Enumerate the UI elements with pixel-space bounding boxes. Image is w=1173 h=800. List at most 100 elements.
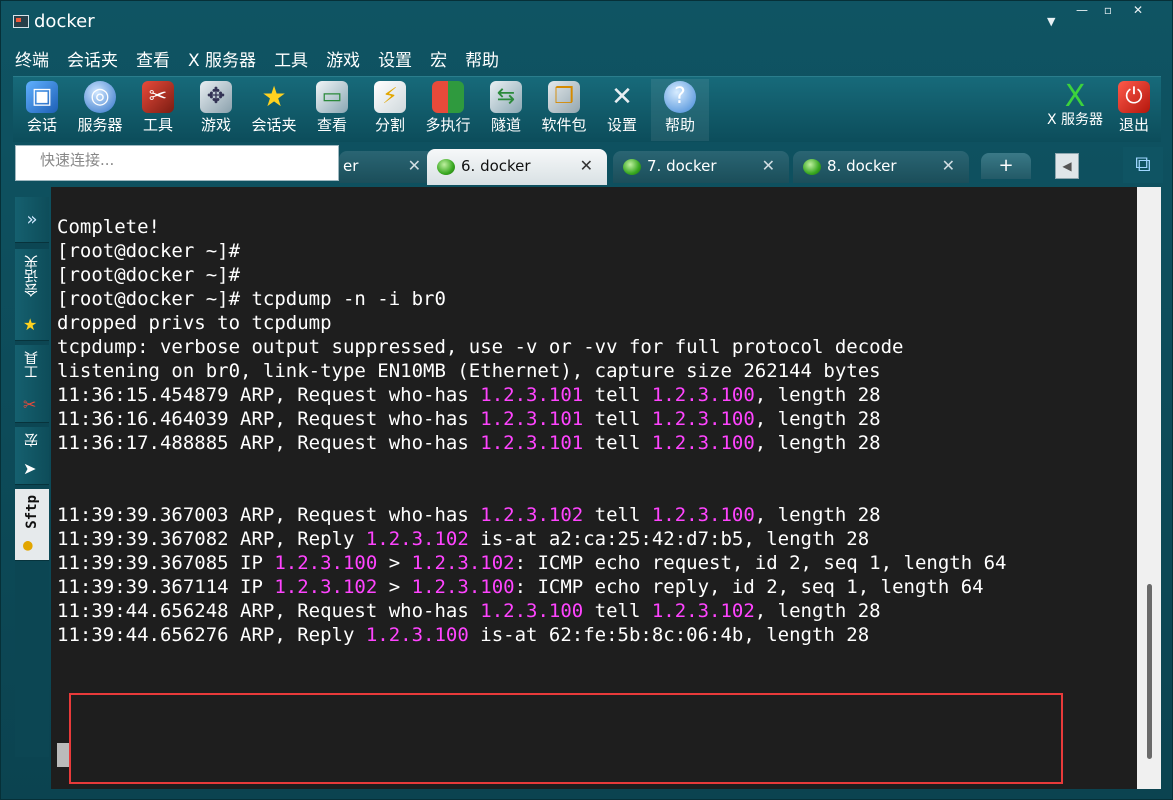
terminal-text: 11:36:16.464039 ARP, Request who-has: [57, 408, 481, 430]
power-icon: ⏻: [1118, 81, 1150, 113]
tab-close-icon[interactable]: ✕: [942, 151, 955, 181]
window-title: docker: [34, 11, 95, 32]
toolbar-tunnel-button[interactable]: ⇆ 隧道: [477, 79, 535, 141]
terminal-line: 11:39:39.367114 IP 1.2.3.102 > 1.2.3.100…: [57, 576, 984, 598]
toolbar-tools-button[interactable]: ✂ 工具: [129, 79, 187, 141]
app-icon: [13, 15, 29, 28]
menu-sessions[interactable]: 会话夹: [67, 48, 118, 74]
toolbar-view-button[interactable]: ▭ 查看: [303, 79, 361, 141]
title-bar[interactable]: docker ▼ — ▫ ✕: [1, 1, 1173, 45]
tab-menu-pin-icon[interactable]: ⧉: [1123, 147, 1163, 183]
terminal-text: tell: [583, 384, 652, 406]
window-menu-chevron-down-icon[interactable]: ▼: [1047, 15, 1055, 28]
terminal-line: 11:39:44.656276 ARP, Reply 1.2.3.100 is-…: [57, 624, 869, 646]
minimize-button[interactable]: —: [1071, 3, 1093, 17]
ip-address: 1.2.3.100: [480, 600, 584, 622]
toolbar-split-button[interactable]: ⚡ 分割: [361, 79, 419, 141]
terminal-line: 11:36:15.454879 ARP, Request who-has 1.2…: [57, 384, 881, 406]
terminal-text: is-at a2:ca:25:42:d7:b5, length 28: [468, 528, 870, 550]
terminal-text: 11:36:17.488885 ARP, Request who-has: [57, 432, 481, 454]
terminal-text: 11:39:39.367082 ARP, Reply: [57, 528, 366, 550]
terminal-line: listening on br0, link-type EN10MB (Ethe…: [57, 360, 881, 382]
terminal-cursor: [57, 743, 69, 767]
terminal-text: , length 28: [754, 408, 881, 430]
ip-address: 1.2.3.100: [365, 624, 469, 646]
tab-6-docker[interactable]: 6. docker ✕: [427, 149, 607, 185]
new-tab-plus-icon[interactable]: +: [981, 153, 1031, 179]
maximize-button[interactable]: ▫: [1097, 3, 1119, 17]
ip-address: 1.2.3.101: [480, 432, 584, 454]
sidebar-tab-label: 宏: [24, 433, 40, 447]
terminal-line: dropped privs to tcpdump: [57, 312, 332, 334]
terminal-text: tell: [583, 432, 652, 454]
scrollbar-thumb[interactable]: [1147, 584, 1152, 759]
toolbar-session-button[interactable]: ▣ 会话: [13, 79, 71, 141]
toolbar-xserver-button[interactable]: X X 服务器: [1045, 79, 1105, 141]
session-tab-strip: 快速连接... er ✕ 6. docker ✕ 7. docker ✕ 8. …: [13, 145, 1163, 185]
tab-label: er: [343, 157, 359, 175]
terminal-text: 11:39:39.367085 IP: [57, 552, 275, 574]
toolbar-games-button[interactable]: ✥ 游戏: [187, 79, 245, 141]
menu-help[interactable]: 帮助: [465, 48, 499, 74]
toolbar-settings-button[interactable]: ✕ 设置: [593, 79, 651, 141]
menu-tools[interactable]: 工具: [274, 48, 308, 74]
split-lightning-icon: ⚡: [374, 81, 406, 113]
terminal-line: [root@docker ~]#: [57, 264, 240, 286]
ip-address: 1.2.3.102: [411, 552, 515, 574]
star-icon: ★: [23, 315, 38, 334]
sidebar-tab-label: Sftp: [24, 495, 40, 529]
gamepad-icon: ✥: [200, 81, 232, 113]
menu-settings[interactable]: 设置: [378, 48, 412, 74]
terminal-text: , length 28: [754, 432, 881, 454]
xserver-icon: X: [1064, 79, 1086, 114]
toolbar-help-button[interactable]: ? 帮助: [651, 79, 709, 141]
toolbar-exit-button[interactable]: ⏻ 退出: [1105, 79, 1163, 141]
terminal-text: is-at 62:fe:5b:8c:06:4b, length 28: [468, 624, 870, 646]
tab-partial-docker[interactable]: er ✕: [339, 151, 435, 183]
toolbar-server-button[interactable]: ◎ 服务器: [71, 79, 129, 141]
terminal-text: >: [377, 552, 412, 574]
tab-close-icon[interactable]: ✕: [408, 151, 421, 181]
toolbar-favorites-button[interactable]: ★ 会话夹: [245, 79, 303, 141]
terminal-line: tcpdump: verbose output suppressed, use …: [57, 336, 903, 358]
terminal-line: Complete!: [57, 216, 160, 238]
toolbar-multiexec-button[interactable]: 多执行: [419, 79, 477, 141]
sidebar-tab-sftp[interactable]: Sftp ●: [15, 489, 49, 561]
menu-xserver[interactable]: X 服务器: [188, 48, 256, 74]
menu-view[interactable]: 查看: [136, 48, 170, 74]
menu-terminal[interactable]: 终端: [15, 48, 49, 74]
scroll-tabs-left-icon[interactable]: ◀: [1055, 153, 1079, 179]
ip-address: 1.2.3.100: [411, 576, 515, 598]
tab-7-docker[interactable]: 7. docker ✕: [613, 151, 789, 183]
tools-icon: ✂: [23, 395, 37, 414]
help-icon: ?: [664, 81, 696, 113]
tab-close-icon[interactable]: ✕: [580, 149, 593, 183]
ip-address: 1.2.3.102: [274, 576, 378, 598]
sidebar-tab-macros[interactable]: 宏 ➤: [15, 427, 49, 485]
quick-connect-input[interactable]: 快速连接...: [15, 145, 339, 181]
sidebar-tab-tools[interactable]: 工具 ✂: [15, 345, 49, 423]
toolbar-packages-button[interactable]: ❒ 软件包: [535, 79, 593, 141]
tab-close-icon[interactable]: ✕: [762, 151, 775, 181]
tab-label: 6. docker: [461, 157, 531, 175]
server-globe-icon: ◎: [84, 81, 116, 113]
tools-icon: ✂: [142, 81, 174, 113]
sidebar-tab-label: 会话夹: [24, 255, 40, 297]
highlight-box: [69, 693, 1063, 784]
terminal-text: tcpdump: verbose output suppressed, use …: [57, 336, 904, 358]
terminal-text: 11:39:44.656248 ARP, Request who-has: [57, 600, 481, 622]
terminal-text: , length 28: [754, 504, 881, 526]
sidebar-expand-button[interactable]: »: [15, 197, 49, 243]
tab-label: 7. docker: [647, 157, 717, 175]
terminal-output: Complete! [root@docker ~]# [root@docker …: [57, 215, 1006, 647]
ip-address: 1.2.3.101: [480, 384, 584, 406]
terminal-scrollbar[interactable]: [1137, 187, 1161, 789]
menu-macros[interactable]: 宏: [430, 48, 447, 74]
terminal-text: dropped privs to tcpdump: [57, 312, 332, 334]
left-sidebar: » 会话夹 ★ 工具 ✂ 宏 ➤ Sftp ●: [15, 197, 49, 757]
menu-games[interactable]: 游戏: [326, 48, 360, 74]
tab-8-docker[interactable]: 8. docker ✕: [793, 151, 969, 183]
close-button[interactable]: ✕: [1127, 3, 1149, 17]
sidebar-tab-favorites[interactable]: 会话夹 ★: [15, 249, 49, 341]
ip-address: 1.2.3.102: [651, 600, 755, 622]
